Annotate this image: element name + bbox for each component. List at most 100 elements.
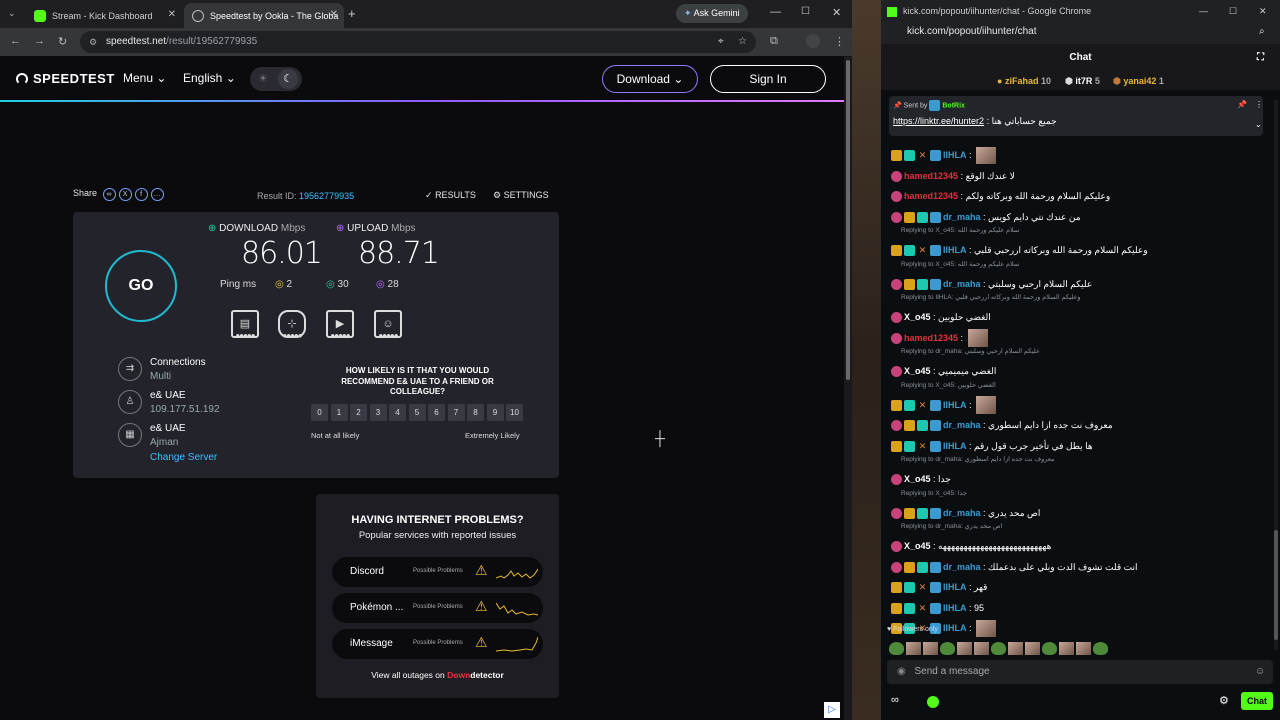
chat-users-icon[interactable]: ⛶ [1257, 44, 1264, 72]
settings-link[interactable]: ⚙ SETTINGS [493, 190, 549, 201]
chat-username[interactable]: IIHLA [943, 441, 967, 451]
chat-message[interactable]: X_o45 : ههههههههههههههههههههههههههه [891, 537, 1271, 555]
kick-points-icon[interactable] [927, 696, 939, 708]
scrollbar-thumb[interactable] [846, 60, 850, 380]
chat-message[interactable]: dr_maha : انت قلت تشوف الدت وبلي على بدع… [891, 558, 1271, 576]
location-icon[interactable]: ⌖ [718, 31, 724, 53]
chat-message[interactable]: hamed12345 : [891, 329, 1271, 347]
chat-message[interactable]: hamed12345 : لا عندك الوقع [891, 167, 1271, 185]
chat-message[interactable]: ✕ IIHLA : [891, 619, 1271, 637]
reload-icon[interactable]: ↻ [58, 35, 67, 48]
chat-username[interactable]: dr_maha [943, 420, 981, 430]
emoji-icon[interactable]: ☺ [1255, 660, 1265, 684]
nps-option-9[interactable]: 9 [486, 404, 504, 421]
chat-username[interactable]: X_o45 [904, 366, 931, 376]
emote-shortcut-icon[interactable] [1093, 642, 1108, 656]
go-button[interactable]: GO [105, 250, 177, 322]
theme-toggle[interactable]: ☀ ☾ [250, 67, 302, 91]
chat-username[interactable]: IIHLA [943, 400, 967, 410]
maximize-icon[interactable]: ☐ [1229, 0, 1237, 22]
forward-icon[interactable]: → [34, 35, 45, 47]
scrollbar-thumb[interactable] [1274, 530, 1278, 640]
download-app-button[interactable]: Download ⌄ [602, 65, 698, 93]
nps-option-4[interactable]: 4 [389, 404, 406, 421]
chat-username[interactable]: hamed12345 [904, 171, 958, 181]
chat-message[interactable]: ✕ IIHLA : وعليكم السلام ورحمة الله وبركات… [891, 241, 1271, 259]
leaderboard-entry[interactable]: ⬢ yanai42 1 [1113, 72, 1164, 90]
bookmark-star-icon[interactable]: ☆ [738, 31, 747, 53]
chat-username[interactable]: IIHLA [943, 582, 967, 592]
infinity-icon[interactable]: ∞ [891, 694, 899, 706]
view-all-outages-link[interactable]: View all outages on Downdetector [316, 670, 559, 680]
chat-username[interactable]: IIHLA [943, 623, 967, 633]
tab-search-icon[interactable]: ⌄ [8, 8, 16, 19]
chat-username[interactable]: IIHLA [943, 603, 967, 613]
chat-username[interactable]: IIHLA [943, 245, 967, 255]
service-row-discord[interactable]: Discord Possible Problems ⚠ [332, 557, 543, 587]
page-scrollbar[interactable] [844, 56, 852, 720]
profile-avatar[interactable] [806, 34, 820, 48]
collapse-pinned-icon[interactable]: ⌄ [1255, 120, 1262, 129]
emote-shortcut-icon[interactable] [1059, 642, 1074, 656]
chat-message[interactable]: dr_maha : اص محد يدري [891, 504, 1271, 522]
chat-message[interactable]: X_o45 : الغضي حلوبين [891, 308, 1271, 326]
close-window-icon[interactable]: ✕ [832, 6, 841, 19]
nps-option-8[interactable]: 8 [467, 404, 484, 421]
speedtest-logo[interactable]: SPEEDTEST [16, 71, 115, 86]
result-id-link[interactable]: 19562779935 [299, 191, 354, 201]
chat-message[interactable]: ✕ IIHLA : [891, 396, 1271, 414]
emote-shortcut-icon[interactable] [957, 642, 972, 656]
chat-settings-gear-icon[interactable]: ⚙ [1219, 694, 1229, 707]
emote-shortcut-icon[interactable] [991, 642, 1006, 656]
results-link[interactable]: ✓ RESULTS [425, 190, 476, 201]
extensions-icon[interactable]: ⧉ [770, 35, 778, 48]
chat-username[interactable]: hamed12345 [904, 333, 958, 343]
close-window-icon[interactable]: ✕ [1259, 0, 1267, 22]
ask-gemini-button[interactable]: ✦ Ask Gemini [676, 4, 748, 23]
unpin-icon[interactable]: 📌 [1237, 100, 1247, 109]
emote-shortcut-icon[interactable] [1008, 642, 1023, 656]
chat-username[interactable]: dr_maha [943, 212, 981, 222]
chat-username[interactable]: X_o45 [904, 541, 931, 551]
service-row-imessage[interactable]: iMessage Possible Problems ⚠ [332, 629, 543, 659]
close-tab-icon[interactable]: ✕ [330, 9, 338, 20]
link-icon[interactable]: ∞ [102, 188, 116, 201]
menu-button[interactable]: Menu ⌄ [123, 71, 166, 85]
chat-username[interactable]: dr_maha [943, 279, 981, 289]
new-tab-button[interactable]: + [348, 6, 356, 21]
send-chat-button[interactable]: Chat [1241, 692, 1273, 710]
emote-shortcut-icon[interactable] [974, 642, 989, 656]
message-input[interactable]: ◉ Send a message ☺ [887, 660, 1273, 684]
nps-option-5[interactable]: 5 [408, 404, 426, 421]
ad-choices-icon[interactable]: ▷ [824, 702, 840, 718]
tab-speedtest[interactable]: Speedtest by Ookla - The Globa ✕ [184, 3, 344, 28]
emote-shortcut-icon[interactable] [1042, 642, 1057, 656]
pinned-link[interactable]: https://linktr.ee/hunter2 [893, 116, 984, 126]
chat-message[interactable]: dr_maha : عليكم السلام ارحبي وسلبتي [891, 275, 1271, 293]
chat-username[interactable]: dr_maha [943, 562, 981, 572]
chat-username[interactable]: X_o45 [904, 312, 931, 322]
emote-shortcut-icon[interactable] [889, 642, 904, 656]
close-tab-icon[interactable]: ✕ [168, 9, 176, 20]
minimize-icon[interactable]: — [770, 6, 781, 18]
x-twitter-icon[interactable]: X [118, 188, 132, 201]
maximize-icon[interactable]: ☐ [801, 6, 810, 17]
chat-username[interactable]: IIHLA [943, 150, 967, 160]
emote-shortcut-icon[interactable] [1076, 642, 1091, 656]
site-info-icon[interactable]: ⚙ [89, 31, 97, 53]
emote-shortcut-icon[interactable] [1025, 642, 1040, 656]
language-selector[interactable]: English ⌄ [183, 71, 236, 85]
nps-option-2[interactable]: 2 [350, 404, 367, 421]
facebook-icon[interactable]: f [134, 188, 148, 201]
nps-option-6[interactable]: 6 [428, 404, 445, 421]
leaderboard-entry[interactable]: ● ziFahad 10 [997, 72, 1051, 90]
chat-message[interactable]: ✕ IIHLA : 95 [891, 599, 1271, 617]
change-server-link[interactable]: Change Server [150, 452, 217, 463]
back-icon[interactable]: ← [10, 35, 21, 47]
chat-message[interactable]: ✕ IIHLA : قهر [891, 578, 1271, 596]
minimize-icon[interactable]: — [1199, 0, 1208, 22]
chat-message[interactable]: ✕ IIHLA : ها يطل في تأخير جرب قول رقم [891, 437, 1271, 455]
chat-message[interactable]: ✕ IIHLA : [891, 146, 1271, 164]
leaderboard-entry[interactable]: ⬢ it7R 5 [1065, 72, 1100, 90]
address-bar[interactable]: ⚙ speedtest.net/result/19562779935 ⌖ ☆ [80, 31, 756, 53]
